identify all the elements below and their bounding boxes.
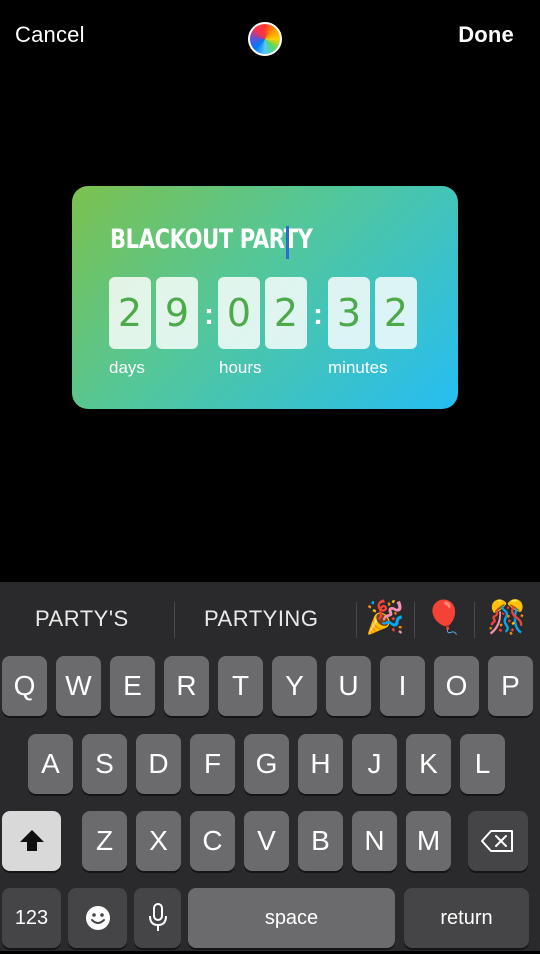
microphone-key[interactable] bbox=[134, 888, 181, 948]
key-t[interactable]: T bbox=[218, 656, 263, 716]
countdown-colon: : bbox=[204, 298, 214, 331]
key-u[interactable]: U bbox=[326, 656, 371, 716]
party-popper-icon[interactable]: 🎉 bbox=[365, 598, 405, 636]
key-m[interactable]: M bbox=[406, 811, 451, 871]
keyboard: PARTY'S PARTYING 🎉 🎈 🎊 Q W E R T Y U I O… bbox=[0, 582, 540, 951]
key-w[interactable]: W bbox=[56, 656, 101, 716]
backspace-icon bbox=[481, 830, 513, 852]
confetti-ball-icon[interactable]: 🎊 bbox=[487, 598, 527, 636]
microphone-icon bbox=[148, 903, 167, 931]
key-b[interactable]: B bbox=[298, 811, 343, 871]
key-j[interactable]: J bbox=[352, 734, 397, 794]
key-f[interactable]: F bbox=[190, 734, 235, 794]
countdown-colon: : bbox=[313, 298, 323, 331]
countdown-digit: 3 bbox=[328, 277, 370, 349]
key-z[interactable]: Z bbox=[82, 811, 127, 871]
unit-minutes: minutes bbox=[328, 358, 388, 377]
space-key[interactable]: space bbox=[188, 888, 395, 948]
shift-key[interactable] bbox=[2, 811, 61, 871]
suggestion-divider bbox=[474, 602, 475, 638]
shift-icon bbox=[19, 830, 44, 851]
done-button[interactable]: Done bbox=[458, 22, 514, 48]
key-o[interactable]: O bbox=[434, 656, 479, 716]
key-d[interactable]: D bbox=[136, 734, 181, 794]
countdown-digit: 9 bbox=[156, 277, 198, 349]
key-p[interactable]: P bbox=[488, 656, 533, 716]
countdown-digit: 2 bbox=[265, 277, 307, 349]
key-c[interactable]: C bbox=[190, 811, 235, 871]
key-l[interactable]: L bbox=[460, 734, 505, 794]
suggestion-divider bbox=[356, 602, 357, 638]
numbers-key[interactable]: 123 bbox=[2, 888, 61, 948]
suggestion-2[interactable]: PARTYING bbox=[204, 606, 318, 632]
key-k[interactable]: K bbox=[406, 734, 451, 794]
key-e[interactable]: E bbox=[110, 656, 155, 716]
cancel-button[interactable]: Cancel bbox=[15, 22, 85, 48]
emoji-key[interactable] bbox=[68, 888, 127, 948]
key-i[interactable]: I bbox=[380, 656, 425, 716]
key-n[interactable]: N bbox=[352, 811, 397, 871]
countdown-digit: 2 bbox=[375, 277, 417, 349]
countdown-title[interactable]: BLACKOUT PARTY bbox=[110, 224, 313, 255]
key-g[interactable]: G bbox=[244, 734, 289, 794]
suggestion-1[interactable]: PARTY'S bbox=[35, 606, 129, 632]
countdown-digit: 2 bbox=[109, 277, 151, 349]
key-y[interactable]: Y bbox=[272, 656, 317, 716]
key-q[interactable]: Q bbox=[2, 656, 47, 716]
key-h[interactable]: H bbox=[298, 734, 343, 794]
countdown-digit: 0 bbox=[218, 277, 260, 349]
suggestion-divider bbox=[174, 602, 175, 638]
countdown-sticker[interactable]: BLACKOUT PARTY 2 9 : 0 2 : 3 2 days hour… bbox=[72, 186, 458, 409]
key-r[interactable]: R bbox=[164, 656, 209, 716]
delete-key[interactable] bbox=[468, 811, 528, 871]
suggestion-divider bbox=[414, 602, 415, 638]
suggestion-bar: PARTY'S PARTYING 🎉 🎈 🎊 bbox=[0, 582, 540, 656]
top-bar: Cancel Done bbox=[0, 0, 540, 72]
return-key[interactable]: return bbox=[404, 888, 529, 948]
text-cursor bbox=[286, 226, 289, 259]
unit-days: days bbox=[109, 358, 145, 377]
balloon-icon[interactable]: 🎈 bbox=[424, 598, 464, 636]
key-a[interactable]: A bbox=[28, 734, 73, 794]
emoji-icon bbox=[85, 906, 110, 930]
key-s[interactable]: S bbox=[82, 734, 127, 794]
key-x[interactable]: X bbox=[136, 811, 181, 871]
color-wheel-icon[interactable] bbox=[248, 22, 282, 56]
key-v[interactable]: V bbox=[244, 811, 289, 871]
unit-hours: hours bbox=[219, 358, 262, 377]
